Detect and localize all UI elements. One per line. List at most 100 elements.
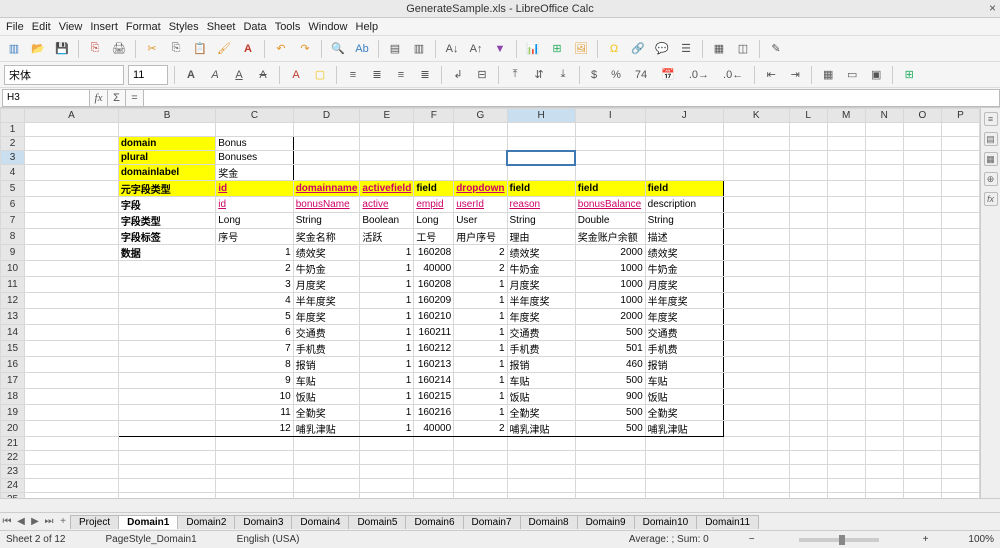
cell-E2[interactable] [360,137,414,151]
menu-view[interactable]: View [59,21,83,33]
cell-C20[interactable]: 12 [216,421,293,437]
cell-B14[interactable] [118,325,215,341]
cell-B12[interactable] [118,293,215,309]
cell-G12[interactable]: 1 [454,293,507,309]
cell-L25[interactable] [789,493,827,499]
comment-icon[interactable]: 💬 [652,39,672,59]
cell-N11[interactable] [865,277,903,293]
cell-P20[interactable] [941,421,979,437]
cell-K11[interactable] [723,277,789,293]
cell-L18[interactable] [789,389,827,405]
cell-O11[interactable] [903,277,941,293]
split-icon[interactable]: ◫ [733,39,753,59]
cell-D4[interactable] [293,165,360,181]
cell-L8[interactable] [789,229,827,245]
cell-J15[interactable]: 手机费 [645,341,723,357]
cell-C7[interactable]: Long [216,213,293,229]
cell-K19[interactable] [723,405,789,421]
indent-decrease-icon[interactable]: ⇤ [761,65,781,85]
sheet-tab-domain11[interactable]: Domain11 [696,515,759,529]
row-header-12[interactable]: 12 [1,293,25,309]
cell-G5[interactable]: dropdown [454,181,507,197]
cell-N20[interactable] [865,421,903,437]
border-style-icon[interactable]: ▭ [842,65,862,85]
cell-H15[interactable]: 手机费 [507,341,575,357]
sheet-tab-project[interactable]: Project [70,515,119,529]
cell-B9[interactable]: 数据 [118,245,215,261]
cell-F3[interactable] [414,151,454,165]
cell-H17[interactable]: 车贴 [507,373,575,389]
row-header-21[interactable]: 21 [1,437,25,451]
sheet-tab-domain1[interactable]: Domain1 [118,515,178,529]
sheet-tab-domain2[interactable]: Domain2 [177,515,235,529]
cell-C21[interactable] [216,437,293,451]
cell-H22[interactable] [507,451,575,465]
align-right-icon[interactable]: ≡ [391,65,411,85]
cell-F12[interactable]: 160209 [414,293,454,309]
cell-B4[interactable]: domainlabel [118,165,215,181]
cell-E13[interactable]: 1 [360,309,414,325]
cell-A24[interactable] [25,479,119,493]
cell-P5[interactable] [941,181,979,197]
col-header-D[interactable]: D [293,109,360,123]
cell-H25[interactable] [507,493,575,499]
underline-icon[interactable]: A [229,65,249,85]
cell-O19[interactable] [903,405,941,421]
cell-K10[interactable] [723,261,789,277]
cell-C1[interactable] [216,123,293,137]
cell-E10[interactable]: 1 [360,261,414,277]
cell-A1[interactable] [25,123,119,137]
cell-G14[interactable]: 1 [454,325,507,341]
cell-E25[interactable] [360,493,414,499]
cell-J7[interactable]: String [645,213,723,229]
cell-F18[interactable]: 160215 [414,389,454,405]
cell-I6[interactable]: bonusBalance [575,197,645,213]
cell-P9[interactable] [941,245,979,261]
cell-F19[interactable]: 160216 [414,405,454,421]
cell-E6[interactable]: active [360,197,414,213]
cell-C4[interactable]: 奖金 [216,165,293,181]
tab-first-icon[interactable]: ⏮ [0,516,14,527]
cell-E21[interactable] [360,437,414,451]
cell-I24[interactable] [575,479,645,493]
cell-A15[interactable] [25,341,119,357]
pdf-icon[interactable]: ⎘ [85,39,105,59]
cell-L10[interactable] [789,261,827,277]
cell-L24[interactable] [789,479,827,493]
cell-D14[interactable]: 交通费 [293,325,360,341]
cell-D24[interactable] [293,479,360,493]
cell-M5[interactable] [827,181,865,197]
cell-A17[interactable] [25,373,119,389]
cell-L23[interactable] [789,465,827,479]
cell-I23[interactable] [575,465,645,479]
cell-K14[interactable] [723,325,789,341]
cell-N4[interactable] [865,165,903,181]
cell-I4[interactable] [575,165,645,181]
cell-E3[interactable] [360,151,414,165]
sort-desc-icon[interactable]: A↑ [466,39,486,59]
cell-E1[interactable] [360,123,414,137]
cell-B11[interactable] [118,277,215,293]
cell-M15[interactable] [827,341,865,357]
cell-N1[interactable] [865,123,903,137]
cell-A14[interactable] [25,325,119,341]
cell-C15[interactable]: 7 [216,341,293,357]
sheet-tab-domain10[interactable]: Domain10 [634,515,698,529]
col-header-L[interactable]: L [789,109,827,123]
cell-N17[interactable] [865,373,903,389]
cell-M17[interactable] [827,373,865,389]
cell-M11[interactable] [827,277,865,293]
row-header-7[interactable]: 7 [1,213,25,229]
cell-L6[interactable] [789,197,827,213]
align-bottom-icon[interactable]: ⤓ [553,65,573,85]
cell-G20[interactable]: 2 [454,421,507,437]
italic-icon[interactable]: A [205,65,225,85]
cell-M3[interactable] [827,151,865,165]
cell-C10[interactable]: 2 [216,261,293,277]
cell-D3[interactable] [293,151,360,165]
cell-I17[interactable]: 500 [575,373,645,389]
cell-C9[interactable]: 1 [216,245,293,261]
cell-M24[interactable] [827,479,865,493]
cell-I3[interactable] [575,151,645,165]
align-middle-icon[interactable]: ⇵ [529,65,549,85]
